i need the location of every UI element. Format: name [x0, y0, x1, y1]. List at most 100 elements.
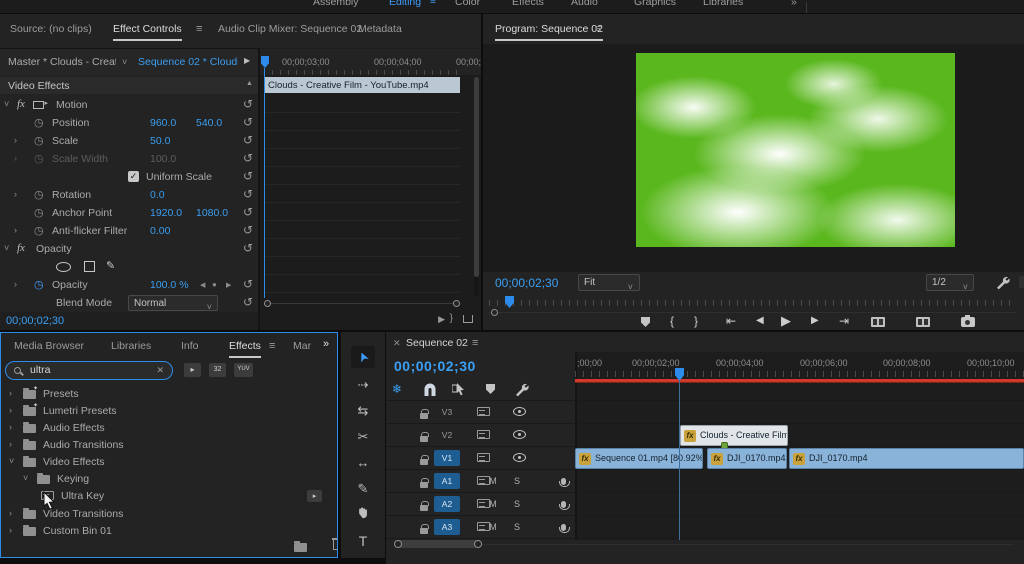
- chevron-right-icon[interactable]: ›: [9, 508, 12, 518]
- effect-name-motion[interactable]: Motion: [56, 99, 88, 111]
- extract-button[interactable]: [915, 317, 930, 327]
- voiceover-mic-icon[interactable]: [558, 501, 570, 510]
- lock-icon[interactable]: [420, 501, 429, 511]
- tab-effect-controls[interactable]: Effect Controls: [113, 23, 182, 41]
- mute-button[interactable]: M: [486, 497, 500, 511]
- track-target-v1[interactable]: V1: [434, 450, 460, 466]
- tree-item-audio-transitions[interactable]: › Audio Transitions: [1, 436, 331, 453]
- mark-in-button[interactable]: {: [670, 314, 674, 328]
- tab-media-browser[interactable]: Media Browser: [14, 340, 84, 352]
- export-frame-button[interactable]: [960, 315, 975, 327]
- tree-item-lumetri-presets[interactable]: › ✦ Lumetri Presets: [1, 402, 331, 419]
- track-target-a3[interactable]: A3: [434, 519, 460, 535]
- clip-clouds-v2[interactable]: fx Clouds - Creative Film - Yo: [680, 425, 788, 446]
- program-timecode[interactable]: 00;00;02;30: [495, 276, 558, 290]
- master-clip-label[interactable]: Master * Clouds - Creativ...: [8, 56, 116, 68]
- source-patch-icon[interactable]: [476, 430, 490, 439]
- tab-markers-truncated[interactable]: Mar: [293, 340, 311, 352]
- hand-tool[interactable]: [351, 504, 375, 526]
- rectangle-mask-icon[interactable]: [84, 261, 95, 272]
- add-marker-button[interactable]: [641, 317, 650, 327]
- source-patch-icon[interactable]: [476, 407, 490, 416]
- lift-button[interactable]: [871, 317, 885, 327]
- ripple-edit-tool[interactable]: ⇆: [351, 400, 375, 422]
- track-output-eye-icon[interactable]: [512, 430, 526, 439]
- solo-button[interactable]: S: [510, 520, 524, 534]
- reset-effect-button[interactable]: ↺: [243, 242, 253, 254]
- video-effects-section[interactable]: Video Effects ▲: [0, 77, 258, 94]
- reset-param-button[interactable]: ↺: [243, 206, 253, 218]
- reset-param-button[interactable]: ↺: [243, 224, 253, 236]
- reset-param-button[interactable]: ↺: [243, 278, 253, 290]
- clip-dji0170-2-v1[interactable]: fx DJI_0170.mp4: [789, 448, 1024, 469]
- timeline-ruler[interactable]: ;00;00 00;00;02;00 00;00;04;00 00;00;06;…: [575, 352, 1024, 378]
- tree-item-audio-effects[interactable]: › Audio Effects: [1, 419, 331, 436]
- stopwatch-icon[interactable]: ◷: [34, 224, 44, 237]
- sequence-ref-label[interactable]: Sequence 02 * Clouds -...: [138, 56, 238, 68]
- tab-source[interactable]: Source: (no clips): [10, 23, 92, 35]
- accelerated-effects-filter-icon[interactable]: ▸: [184, 363, 201, 377]
- slip-tool[interactable]: ↔: [351, 452, 375, 474]
- reset-param-button[interactable]: ↺: [243, 152, 253, 164]
- program-playhead[interactable]: [505, 296, 514, 308]
- panel-menu-icon[interactable]: ≡: [472, 337, 478, 349]
- search-box[interactable]: ✕: [5, 361, 173, 380]
- reset-effect-button[interactable]: ↺: [243, 98, 253, 110]
- collapse-up-icon[interactable]: ▲: [246, 80, 253, 87]
- ec-zoom-bar[interactable]: [264, 300, 460, 307]
- ec-timecode[interactable]: 00;00;02;30: [6, 315, 64, 327]
- step-back-button[interactable]: ◀: [756, 315, 764, 326]
- tab-effects[interactable]: Effects: [229, 340, 261, 358]
- timeline-settings-wrench-icon[interactable]: [514, 382, 529, 397]
- chevron-down-icon[interactable]: ˅: [122, 57, 127, 67]
- panel-menu-icon[interactable]: ≡: [196, 23, 202, 35]
- program-scrubber[interactable]: [489, 296, 1017, 310]
- chevron-right-icon[interactable]: ›: [9, 405, 12, 415]
- tab-info[interactable]: Info: [181, 340, 199, 352]
- voiceover-mic-icon[interactable]: [558, 478, 570, 487]
- workspace-menu-icon[interactable]: ≡: [430, 0, 436, 11]
- effect-name-opacity[interactable]: Opacity: [36, 243, 72, 255]
- zoom-handle-right[interactable]: [453, 300, 460, 307]
- chevron-right-icon[interactable]: ›: [14, 135, 17, 145]
- zoom-level-select[interactable]: Fit ˅: [578, 274, 640, 292]
- reset-param-button[interactable]: ↺: [243, 296, 253, 308]
- ec-clip-title-bar[interactable]: Clouds - Creative Film - YouTube.mp4: [264, 77, 460, 93]
- tab-libraries[interactable]: Libraries: [111, 340, 151, 352]
- search-clear-icon[interactable]: ✕: [156, 365, 164, 376]
- close-sequence-icon[interactable]: ✕: [393, 338, 401, 349]
- lock-icon[interactable]: [420, 455, 429, 465]
- panel-menu-icon[interactable]: ≡: [269, 340, 275, 352]
- selection-tool[interactable]: ➤: [351, 346, 375, 368]
- uniform-scale-checkbox[interactable]: ✓: [128, 171, 139, 182]
- ellipse-mask-icon[interactable]: [56, 262, 71, 272]
- chevron-right-icon[interactable]: ›: [9, 388, 12, 398]
- chevron-right-icon[interactable]: ›: [9, 439, 12, 449]
- go-to-out-button[interactable]: ⇥: [839, 314, 849, 328]
- tree-item-presets[interactable]: › ✦ Presets: [1, 385, 331, 402]
- workspace-overflow-icon[interactable]: »: [791, 0, 797, 11]
- add-marker-icon[interactable]: [486, 384, 495, 394]
- play-button[interactable]: ▶: [781, 313, 791, 329]
- track-target-a2[interactable]: A2: [434, 496, 460, 512]
- chevron-down-icon[interactable]: ˅: [9, 456, 14, 466]
- scroll-handle[interactable]: [491, 309, 498, 316]
- pen-tool[interactable]: ✎: [351, 478, 375, 500]
- blend-mode-select[interactable]: Normal ˅: [128, 295, 218, 312]
- settings-wrench-icon[interactable]: [995, 275, 1010, 290]
- workspace-editing[interactable]: Editing: [389, 0, 421, 11]
- antiflicker-value[interactable]: 0.00: [150, 225, 170, 237]
- step-forward-button[interactable]: ▶: [811, 315, 819, 326]
- track-target-v3[interactable]: V3: [434, 404, 460, 420]
- tree-item-custom-bin[interactable]: › Custom Bin 01: [1, 522, 331, 539]
- opacity-value[interactable]: 100.0 %: [150, 279, 189, 291]
- chevron-right-icon[interactable]: ›: [9, 525, 12, 535]
- prev-keyframe-icon[interactable]: ◀: [200, 281, 207, 289]
- snap-magnet-icon[interactable]: [422, 383, 438, 397]
- new-bin-button[interactable]: [294, 541, 307, 552]
- lock-icon[interactable]: [420, 432, 429, 442]
- workspace-audio[interactable]: Audio: [571, 0, 598, 11]
- stopwatch-icon[interactable]: ◷: [34, 206, 44, 219]
- search-input[interactable]: [30, 364, 150, 376]
- rotation-value[interactable]: 0.0: [150, 189, 165, 201]
